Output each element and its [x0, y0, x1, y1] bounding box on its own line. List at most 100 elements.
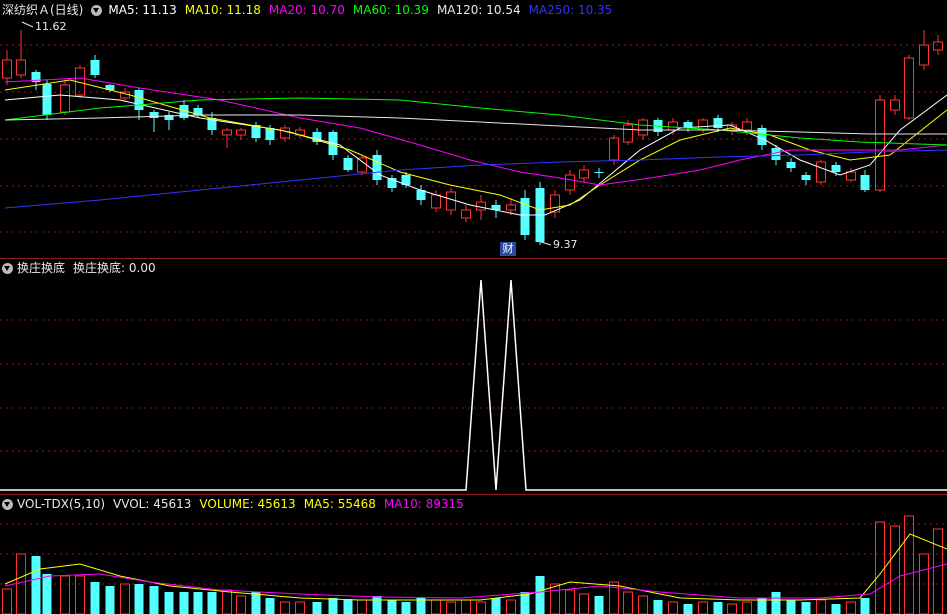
- candle-up: [816, 161, 826, 183]
- ma10-label: MA10: 11.18: [184, 3, 261, 17]
- volume-bar-down: [164, 592, 174, 614]
- low-price-label: 9.37: [553, 238, 578, 251]
- indicator-chart[interactable]: [0, 258, 947, 494]
- candle-down: [90, 60, 100, 75]
- volume-bar-down: [312, 602, 322, 614]
- volume-bar-up: [846, 601, 856, 614]
- candle-down: [771, 148, 781, 160]
- ma250-label: MA250: 10.35: [528, 3, 613, 17]
- indicator-panel[interactable]: 换庄换底 换庄换底: 0.00: [0, 258, 947, 494]
- volume-bar-up: [60, 575, 70, 614]
- volume-bar-up: [506, 599, 516, 614]
- volume-bar-down: [771, 592, 781, 614]
- volume-bar-down: [328, 598, 338, 614]
- volume-bar-up: [2, 588, 12, 614]
- collapse-icon[interactable]: [91, 4, 103, 16]
- price-panel-header: 深纺织Ａ(日线) MA5: 11.13 MA10: 11.18 MA20: 10…: [2, 2, 620, 18]
- candle-down: [42, 84, 52, 115]
- volume-bar-down: [860, 598, 870, 614]
- vol-ma5-line: [4, 533, 947, 601]
- volume-bar-up: [638, 595, 648, 614]
- volume-bar-up: [280, 601, 290, 614]
- candle-up: [742, 121, 752, 131]
- indicator-panel-header: 换庄换底 换庄换底: 0.00: [2, 260, 164, 276]
- finance-badge[interactable]: 财: [500, 242, 516, 256]
- ma10-line: [4, 79, 947, 211]
- volume-bar-up: [579, 593, 589, 614]
- volume-bar-up: [236, 595, 246, 614]
- candle-up: [609, 137, 619, 161]
- volume-bar-up: [565, 589, 575, 614]
- volume-bar-down: [105, 586, 115, 614]
- candle-down: [265, 128, 275, 140]
- candle-up: [638, 119, 648, 136]
- candle-up: [357, 157, 367, 173]
- volume-panel[interactable]: VOL-TDX(5,10) VVOL: 45613 VOLUME: 45613 …: [0, 494, 947, 614]
- volume-bar-up: [476, 601, 486, 614]
- volume-bar-down: [149, 586, 159, 614]
- indicator-value: 换庄换底: 0.00: [73, 261, 156, 275]
- volume-bar-down: [786, 600, 796, 614]
- volume-bar-down: [372, 596, 382, 614]
- high-pointer: [21, 21, 34, 28]
- candle-down: [831, 165, 841, 172]
- volume-bar-up: [742, 601, 752, 614]
- collapse-icon[interactable]: [2, 262, 13, 274]
- low-pointer: [540, 241, 552, 246]
- vol-ma10-label: MA10: 89315: [383, 497, 464, 511]
- ma60-label: MA60: 10.39: [352, 3, 429, 17]
- vol-ma5-label: MA5: 55468: [303, 497, 376, 511]
- volume-bar-down: [713, 602, 723, 614]
- volume-bar-up: [295, 601, 305, 614]
- volume-bar-up: [698, 601, 708, 614]
- volume-bar-down: [653, 600, 663, 614]
- indicator-title: 换庄换底: [17, 261, 66, 275]
- candle-down: [343, 158, 353, 170]
- ma120-label: MA120: 10.54: [436, 3, 521, 17]
- volume-bar-up: [461, 599, 471, 614]
- vol-ma10-line: [4, 563, 947, 599]
- candle-up: [506, 204, 516, 211]
- ma5-label: MA5: 11.13: [108, 3, 177, 17]
- volume-bar-down: [134, 584, 144, 614]
- candle-up: [476, 201, 486, 211]
- candle-up: [60, 84, 70, 113]
- volume-title: VOL-TDX(5,10): [17, 497, 106, 511]
- volume-bar-down: [343, 599, 353, 614]
- volume-bar-down: [387, 600, 397, 614]
- candle-up: [280, 127, 290, 139]
- volume-bar-down: [42, 574, 52, 614]
- price-chart-panel[interactable]: 深纺织Ａ(日线) MA5: 11.13 MA10: 11.18 MA20: 10…: [0, 0, 947, 258]
- candlestick-chart[interactable]: [0, 0, 947, 258]
- candle-up: [222, 129, 232, 136]
- volume-bar-up: [120, 583, 130, 614]
- candle-down: [372, 155, 382, 180]
- indicator-line: [0, 279, 947, 491]
- candle-up: [2, 59, 12, 79]
- volume-bar-down: [535, 576, 545, 614]
- candle-down: [860, 175, 870, 190]
- volume-label: VOLUME: 45613: [199, 497, 296, 511]
- volume-bar-up: [623, 591, 633, 614]
- candle-up: [933, 41, 943, 51]
- volume-panel-header: VOL-TDX(5,10) VVOL: 45613 VOLUME: 45613 …: [2, 496, 472, 512]
- volume-chart[interactable]: [0, 494, 947, 614]
- candle-up: [904, 57, 914, 119]
- volume-bar-down: [31, 556, 41, 614]
- candle-up: [890, 99, 900, 111]
- volume-bar-up: [222, 589, 232, 614]
- ma20-line: [4, 77, 947, 186]
- volume-bar-up: [890, 525, 900, 614]
- volume-bar-up: [550, 583, 560, 614]
- ma120-line: [4, 114, 947, 135]
- volume-bar-down: [193, 592, 203, 614]
- candle-up: [236, 129, 246, 136]
- candle-up: [446, 191, 456, 211]
- ma20-label: MA20: 10.70: [268, 3, 345, 17]
- candle-down: [594, 172, 604, 173]
- volume-bar-up: [357, 599, 367, 614]
- candle-up: [579, 169, 589, 179]
- volume-bar-down: [179, 592, 189, 614]
- volume-bar-down: [401, 602, 411, 614]
- collapse-icon[interactable]: [2, 498, 13, 510]
